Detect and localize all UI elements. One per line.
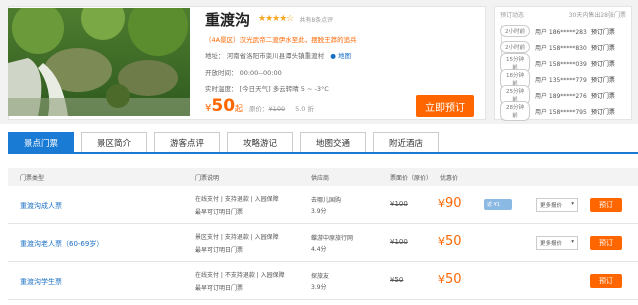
- tab-intro[interactable]: 景区简介: [81, 132, 147, 152]
- feed-user: 用户 158*****039: [535, 60, 587, 68]
- sale-price-symbol: ¥: [438, 273, 445, 286]
- original-price-value: ¥100: [268, 105, 286, 113]
- discount-text: 5.0 折: [295, 105, 314, 113]
- panel-header: 预订动态 30天内售出28张门票: [495, 7, 631, 22]
- sale-price-value: 90: [445, 196, 462, 211]
- ticket-name-link[interactable]: 重渡沟老人票（60-69岁）: [20, 239, 103, 249]
- sale-price-symbol: ¥: [438, 235, 445, 248]
- price-value: 50: [211, 96, 236, 116]
- feed-item: 28分钟前 用户 158*****795 预订门票: [500, 101, 630, 121]
- comment-count-link[interactable]: 共有8条点评: [299, 15, 333, 24]
- more-quotes-select[interactable]: 更多报价 ▾: [536, 198, 578, 212]
- original-price: 原价：¥100: [249, 103, 285, 113]
- feed-action: 预订门票: [590, 60, 615, 68]
- cashback-badge: 返 ¥1: [484, 199, 512, 210]
- table-row: 重渡沟老人票（60-69岁） 景区支付 | 支持退款 | 入园保障 最早可订明日…: [8, 224, 638, 262]
- vendor-score: 3.9分: [311, 208, 327, 215]
- ticket-name-link[interactable]: 重渡沟学生票: [20, 277, 62, 287]
- sale-price: ¥50: [438, 272, 462, 287]
- tab-tickets[interactable]: 景点门票: [8, 132, 74, 152]
- vendor-name: 蝶游中原旅行网: [311, 235, 354, 242]
- more-quotes-select[interactable]: 更多报价 ▾: [536, 236, 578, 250]
- feed-action: 预订门票: [590, 108, 615, 116]
- sale-price: ¥90: [438, 196, 462, 211]
- sale-price-value: 50: [445, 234, 462, 249]
- opening-hours: 开放时间： 00:00--00:00: [205, 69, 282, 77]
- sale-price-value: 50: [445, 272, 462, 287]
- ticket-desc: 景区支付 | 支持退款 | 入园保障: [195, 234, 279, 241]
- scenic-level-line: （4A景区）汉光武帝二渡伊水至此，摆脱王莽的追兵: [205, 36, 357, 44]
- ticket-desc: 在线支付 | 支持退款 | 入园保障: [195, 196, 279, 203]
- feed-user: 用户 158*****795: [535, 108, 587, 116]
- scenic-photo: [8, 8, 190, 116]
- ticket-name-link[interactable]: 重渡沟成人票: [20, 201, 62, 211]
- feed-item: 2小时前 用户 186*****283 预订门票: [500, 23, 630, 39]
- price-row: ¥ 50 起 原价：¥100 5.0 折: [205, 96, 314, 116]
- table-row: 重渡沟学生票 在线支付 | 不支持退款 | 入园保障 最早可订明日门票 探旅友 …: [8, 262, 638, 300]
- map-link[interactable]: ● 地图: [326, 52, 351, 60]
- weather-line: 实时温度： [今日天气] 多云转晴 5 ~ -3°C: [205, 85, 329, 93]
- title-row: 重渡沟 ★★★★☆ 共有8条点评: [205, 8, 480, 30]
- scenic-address: 地址： 河南省洛阳市栾川县潭头镇重渡村 ● 地图: [205, 50, 351, 60]
- feed-user: 用户 158*****830: [535, 44, 587, 52]
- scenic-title: 重渡沟: [205, 10, 251, 29]
- feed-time: 2小时前: [500, 25, 530, 37]
- panel-title: 预订动态: [500, 12, 525, 19]
- map-pin-icon: ●: [330, 52, 336, 60]
- vendor-score: 4.4分: [311, 246, 327, 253]
- ticket-desc: 在线支付 | 不支持退款 | 入园保障: [195, 272, 285, 279]
- map-link-label: 地图: [338, 52, 352, 60]
- booking-feed: 2小时前 用户 186*****283 预订门票 2小时前 用户 158*****83…: [500, 23, 630, 121]
- original-price: ¥50: [390, 276, 404, 284]
- ticket-table: 门票类型 门票说明 供应商 票面价（原价） 优惠价 重渡沟成人票 在线支付 | …: [8, 168, 638, 300]
- feed-time: 2小时前: [500, 41, 530, 53]
- feed-user: 用户 135*****779: [535, 76, 587, 84]
- more-quotes-label: 更多报价: [540, 203, 563, 209]
- price-suffix: 起: [235, 104, 244, 113]
- tab-reviews[interactable]: 游客点评: [154, 132, 220, 152]
- section-tabs: 景点门票 景区简介 游客点评 攻略游记 地图交通 附近酒店: [8, 132, 638, 154]
- feed-action: 预订门票: [590, 28, 615, 36]
- sale-price-symbol: ¥: [438, 197, 445, 210]
- ticket-desc-2: 最早可订明日门票: [195, 285, 244, 292]
- more-quotes-label: 更多报价: [540, 241, 563, 247]
- scenic-header-area: 重渡沟 ★★★★☆ 共有8条点评 （4A景区）汉光武帝二渡伊水至此，摆脱王莽的追…: [0, 0, 638, 124]
- panel-summary: 30天内售出28张门票: [568, 12, 626, 19]
- col-price: 优惠价: [440, 175, 459, 182]
- col-ticket-type: 门票类型: [20, 175, 45, 182]
- feed-user: 用户 186*****283: [535, 28, 587, 36]
- original-price: ¥100: [390, 238, 408, 246]
- vendor-name: 去哪儿国购: [311, 197, 342, 204]
- book-button[interactable]: 预订: [590, 274, 622, 288]
- tab-nearby-hotels[interactable]: 附近酒店: [373, 132, 439, 152]
- vendor-name: 探旅友: [311, 273, 330, 280]
- feed-action: 预订门票: [590, 76, 615, 84]
- feed-time: 28分钟前: [500, 101, 530, 121]
- tab-guides[interactable]: 攻略游记: [227, 132, 293, 152]
- address-text: 地址： 河南省洛阳市栾川县潭头镇重渡村: [205, 52, 325, 60]
- feed-user: 用户 189*****276: [535, 92, 587, 100]
- original-price-label: 原价：: [249, 105, 269, 113]
- col-ticket-desc: 门票说明: [195, 175, 220, 182]
- col-orig-price: 票面价（原价）: [390, 175, 433, 182]
- book-button[interactable]: 预订: [590, 236, 622, 250]
- ticket-desc-2: 最早可订明日门票: [195, 247, 244, 254]
- original-price: ¥100: [390, 200, 408, 208]
- tab-map-traffic[interactable]: 地图交通: [300, 132, 366, 152]
- feed-action: 预订门票: [590, 44, 615, 52]
- col-vendor: 供应商: [311, 175, 330, 182]
- table-row: 重渡沟成人票 在线支付 | 支持退款 | 入园保障 最早可订明日门票 去哪儿国购…: [8, 186, 638, 224]
- chevron-down-icon: ▾: [571, 239, 574, 245]
- star-rating-icon: ★★★★☆: [258, 14, 294, 24]
- book-now-button[interactable]: 立即预订: [416, 95, 474, 117]
- sale-price: ¥50: [438, 234, 462, 249]
- booking-activity-panel: 预订动态 30天内售出28张门票 2小时前 用户 186*****283 预订门票 …: [494, 6, 632, 121]
- chevron-down-icon: ▾: [571, 201, 574, 207]
- table-header: 门票类型 门票说明 供应商 票面价（原价） 优惠价: [8, 168, 638, 186]
- vendor-score: 3.9分: [311, 284, 327, 291]
- ticket-desc-2: 最早可订明日门票: [195, 209, 244, 216]
- feed-action: 预订门票: [590, 92, 615, 100]
- book-button[interactable]: 预订: [590, 198, 622, 212]
